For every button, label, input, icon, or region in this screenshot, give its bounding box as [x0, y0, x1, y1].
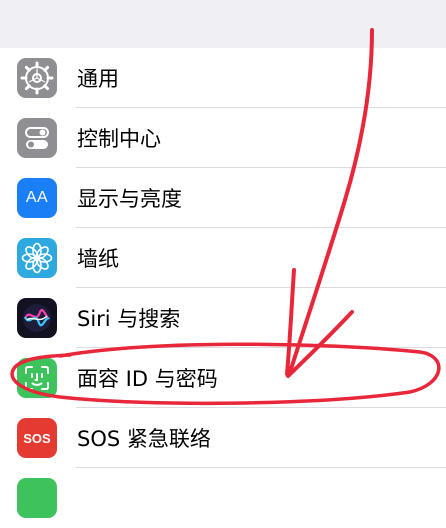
toggles-icon	[17, 118, 57, 158]
settings-item-label: SOS 紧急联络	[77, 427, 211, 451]
text-size-glyph: AA	[25, 189, 49, 206]
settings-item-label: 显示与亮度	[77, 187, 182, 211]
settings-item-general[interactable]: 通用	[0, 48, 446, 108]
gear-icon	[17, 58, 57, 98]
settings-list: 通用 控制中心 AA 显示与亮度 墙纸 Siri 与搜索 面容 ID 与密码 S…	[0, 48, 446, 528]
text-size-icon: AA	[17, 178, 57, 218]
settings-item-label: 通用	[77, 67, 119, 91]
settings-item-face-id-passcode[interactable]: 面容 ID 与密码	[0, 348, 446, 408]
settings-item-emergency-sos[interactable]: SOS SOS 紧急联络	[0, 408, 446, 468]
settings-item-control-center[interactable]: 控制中心	[0, 108, 446, 168]
top-spacer	[0, 0, 446, 49]
sos-glyph: SOS	[23, 430, 51, 446]
flower-icon	[17, 238, 57, 278]
settings-item-display-brightness[interactable]: AA 显示与亮度	[0, 168, 446, 228]
siri-icon	[17, 298, 57, 338]
settings-item-wallpaper[interactable]: 墙纸	[0, 228, 446, 288]
face-id-icon	[17, 358, 57, 398]
settings-item-label: 墙纸	[77, 247, 119, 271]
settings-item-siri-search[interactable]: Siri 与搜索	[0, 288, 446, 348]
settings-item-battery[interactable]	[0, 468, 446, 528]
settings-item-label: 面容 ID 与密码	[77, 367, 218, 391]
settings-item-label: 控制中心	[77, 127, 161, 151]
sos-icon: SOS	[17, 418, 57, 458]
battery-icon	[17, 478, 57, 518]
settings-item-label: Siri 与搜索	[77, 307, 181, 331]
